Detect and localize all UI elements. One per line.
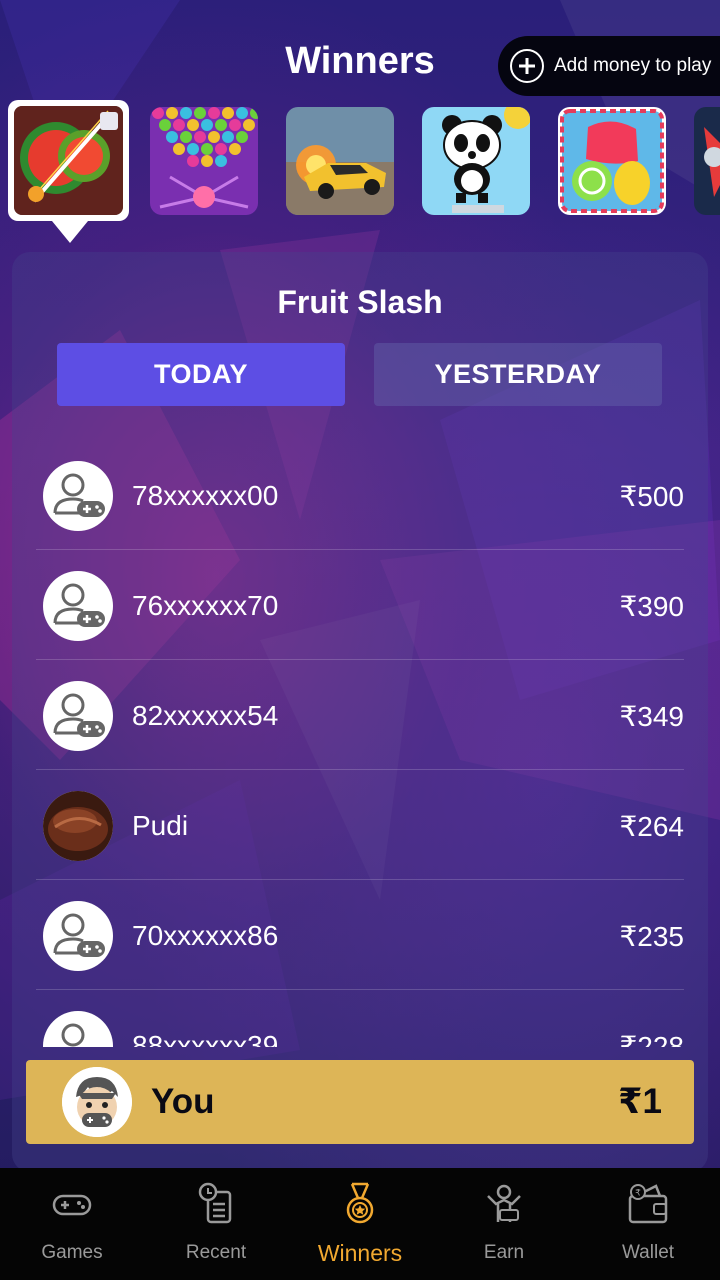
nav-recent[interactable]: Recent <box>144 1168 288 1280</box>
winner-amount: ₹228 <box>619 1031 684 1047</box>
person-money-icon <box>487 1184 521 1222</box>
clock-list-icon <box>198 1182 232 1224</box>
add-money-label: Add money to play <box>554 55 712 76</box>
gamer-avatar-icon <box>43 901 113 971</box>
winner-name: 88xxxxxx39 <box>132 1030 279 1047</box>
winner-name: 78xxxxxx00 <box>132 480 279 511</box>
gamer-avatar-icon <box>43 681 113 751</box>
list-item[interactable]: 76xxxxxx70 ₹390 <box>36 550 684 660</box>
gamer-avatar-icon <box>43 571 113 641</box>
panda-thumb[interactable] <box>422 107 530 215</box>
winner-amount: ₹235 <box>619 921 684 952</box>
add-money-button[interactable]: Add money to play <box>498 36 720 96</box>
bubble-shooter-icon <box>150 107 258 215</box>
gamer-avatar-icon <box>43 1011 113 1047</box>
you-label: You <box>151 1082 215 1121</box>
car-racing-thumb[interactable] <box>286 107 394 215</box>
list-item[interactable]: 70xxxxxx86 ₹235 <box>36 880 684 990</box>
winner-name: 76xxxxxx70 <box>132 590 279 621</box>
rocket-thumb[interactable] <box>694 107 720 215</box>
chocolate-avatar-photo <box>43 791 113 861</box>
nav-earn[interactable]: Earn <box>432 1168 576 1280</box>
nav-label: Wallet <box>621 1242 675 1263</box>
list-item[interactable]: Pudi ₹264 <box>36 770 684 880</box>
gamepad-icon <box>52 1194 92 1216</box>
winner-amount: ₹349 <box>619 701 684 732</box>
nav-winners[interactable]: Winners <box>288 1168 432 1280</box>
candy-thumb[interactable] <box>558 107 666 215</box>
tab-yesterday[interactable]: YESTERDAY <box>374 343 662 406</box>
nav-label: Winners <box>317 1240 403 1266</box>
winner-amount: ₹500 <box>619 481 684 512</box>
panda-icon <box>422 107 530 215</box>
wallet-icon: ₹ <box>628 1184 668 1224</box>
winners-list[interactable]: 78xxxxxx00 ₹500 76xxxxxx70 ₹390 82xxxxxx… <box>36 440 684 1047</box>
nav-wallet[interactable]: ₹ Wallet <box>576 1168 720 1280</box>
candy-icon <box>558 107 666 215</box>
winner-name: 70xxxxxx86 <box>132 920 279 951</box>
list-item[interactable]: 88xxxxxx39 ₹228 <box>36 990 684 1047</box>
you-amount: ₹1 <box>618 1082 662 1121</box>
list-item[interactable]: 78xxxxxx00 ₹500 <box>36 440 684 550</box>
winner-name: 82xxxxxx54 <box>132 700 279 731</box>
nav-label: Games <box>41 1242 103 1263</box>
game-selector <box>0 100 720 250</box>
nav-label: Earn <box>483 1242 525 1263</box>
cartoon-gamer-avatar <box>62 1067 132 1137</box>
list-item[interactable]: 82xxxxxx54 ₹349 <box>36 660 684 770</box>
winner-name: Pudi <box>132 810 189 841</box>
rocket-icon <box>694 107 720 215</box>
car-race-icon <box>286 107 394 215</box>
your-rank-bar[interactable]: You ₹1 <box>26 1060 694 1144</box>
bubble-shooter-thumb[interactable] <box>150 107 258 215</box>
gamer-avatar-icon <box>43 461 113 531</box>
winner-amount: ₹264 <box>619 811 684 842</box>
game-title: Fruit Slash <box>277 284 443 320</box>
svg-text:₹: ₹ <box>635 1189 641 1199</box>
tab-today[interactable]: TODAY <box>57 343 345 406</box>
selected-pointer <box>52 221 88 243</box>
nav-label: Recent <box>185 1242 247 1263</box>
fruit-slash-icon <box>14 106 123 215</box>
bottom-navigation: Games Recent Winners Earn ₹ Wallet <box>0 1168 720 1280</box>
fruit-slash-thumb[interactable] <box>8 100 129 221</box>
nav-games[interactable]: Games <box>0 1168 144 1280</box>
plus-circle-icon <box>510 49 544 83</box>
medal-icon <box>346 1182 374 1224</box>
winner-amount: ₹390 <box>619 591 684 622</box>
